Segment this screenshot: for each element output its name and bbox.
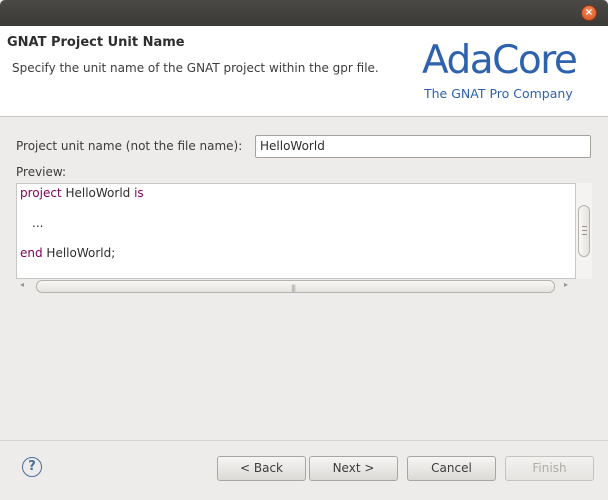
cancel-button[interactable]: Cancel <box>407 456 496 481</box>
preview-vertical-scrollbar[interactable] <box>576 183 592 279</box>
scroll-right-icon[interactable]: ▸ <box>564 280 568 289</box>
logo-main-text: AdaCore <box>422 38 578 83</box>
preview-line: project HelloWorld is <box>20 186 144 200</box>
wizard-header: GNAT Project Unit Name Specify the unit … <box>0 26 608 117</box>
grip-icon: ||| <box>291 284 296 292</box>
grip-line <box>582 230 587 231</box>
help-icon[interactable]: ? <box>22 457 42 477</box>
vertical-scroll-thumb[interactable] <box>578 205 590 257</box>
page-description: Specify the unit name of the GNAT projec… <box>12 61 379 75</box>
code-text: HelloWorld <box>61 186 135 200</box>
next-button[interactable]: Next > <box>309 456 398 481</box>
unit-name-input[interactable]: HelloWorld <box>255 135 591 158</box>
keyword: project <box>20 186 62 200</box>
code-text: HelloWorld; <box>42 246 116 260</box>
back-button[interactable]: < Back <box>217 456 306 481</box>
scroll-left-icon[interactable]: ◂ <box>20 280 24 289</box>
preview-horizontal-scrollbar[interactable]: ◂ ||| ▸ <box>16 279 576 295</box>
page-title: GNAT Project Unit Name <box>7 35 185 50</box>
close-icon[interactable]: × <box>581 5 597 21</box>
adacore-logo: AdaCore The GNAT Pro Company <box>422 38 592 104</box>
grip-line <box>582 226 587 227</box>
preview-label: Preview: <box>16 165 67 179</box>
finish-button: Finish <box>505 456 594 481</box>
preview-line: end HelloWorld; <box>20 246 115 260</box>
logo-tagline: The GNAT Pro Company <box>424 86 573 101</box>
horizontal-scroll-thumb[interactable]: ||| <box>36 280 555 293</box>
button-bar-divider <box>0 440 608 441</box>
keyword: end <box>20 246 43 260</box>
grip-line <box>582 234 587 235</box>
unit-name-label: Project unit name (not the file name): <box>16 139 243 153</box>
keyword: is <box>134 186 144 200</box>
preview-line: ... <box>32 216 44 230</box>
preview-text-area[interactable]: project HelloWorld is ... end HelloWorld… <box>16 183 576 279</box>
title-bar: × <box>0 0 608 26</box>
